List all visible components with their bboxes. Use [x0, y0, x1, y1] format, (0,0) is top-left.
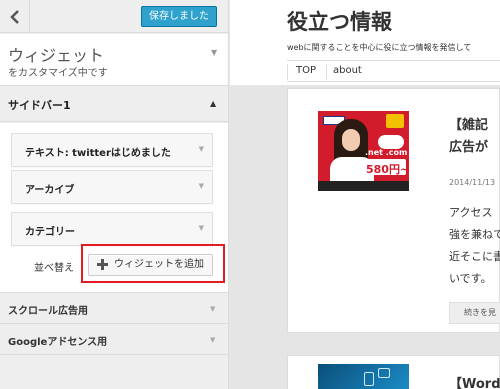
section-sidebar-1[interactable]: サイドバー1 ▲: [0, 88, 228, 122]
back-button[interactable]: [0, 0, 30, 33]
post-title[interactable]: 【Word: [449, 373, 500, 389]
post-excerpt: アクセス 強を兼ねて 近そこに書 いです。: [449, 202, 500, 290]
excerpt-line: 近そこに書: [449, 250, 500, 263]
campaign-strip: [318, 181, 409, 191]
chevron-down-icon: ▼: [210, 336, 216, 344]
save-button[interactable]: 保存しました: [141, 6, 217, 27]
nav-item-about[interactable]: about: [333, 65, 362, 76]
model-face: [342, 129, 360, 151]
site-title[interactable]: 役立つ情報: [287, 6, 392, 36]
section-label: Googleアドセンス用: [8, 337, 108, 348]
panel-subtitle: をカスタマイズ中です: [8, 68, 108, 79]
site-header: 役立つ情報 webに関することを中心に役に立つ情報を発信して TOP about: [230, 0, 500, 85]
add-widget-label: ウィジェットを追加: [114, 259, 204, 270]
reorder-link[interactable]: 並べ替え: [34, 259, 74, 274]
chevron-up-icon: ▲: [210, 99, 217, 108]
device-icon: [378, 368, 390, 378]
widget-category[interactable]: カテゴリー ▼: [11, 212, 213, 246]
add-widget-button[interactable]: ウィジェットを追加: [88, 254, 213, 276]
site-preview: 役立つ情報 webに関することを中心に役に立つ情報を発信して TOP about…: [230, 0, 500, 389]
widget-text-twitter[interactable]: テキスト: twitterはじめました ▼: [11, 133, 213, 167]
post-title[interactable]: 【雑記 広告が: [449, 115, 488, 159]
chevron-down-icon: ▼: [210, 305, 216, 313]
site-nav: TOP about: [287, 60, 500, 82]
excerpt-line: いです。: [449, 272, 492, 285]
post-thumbnail[interactable]: [318, 364, 409, 389]
excerpt-line: アクセス: [449, 206, 493, 219]
chevron-down-icon: ▼: [198, 145, 204, 153]
chevron-down-icon: ▼: [211, 48, 218, 57]
nav-divider: [287, 64, 288, 80]
widget-label: アーカイブ: [25, 185, 75, 196]
nav-item-top[interactable]: TOP: [296, 65, 316, 76]
post-date: 2014/11/13: [449, 178, 496, 187]
chevron-down-icon: ▼: [198, 182, 204, 190]
read-more-button[interactable]: 続きを見: [449, 302, 500, 324]
plus-icon: [97, 259, 108, 270]
section-scroll-ad[interactable]: スクロール広告用 ▼: [0, 294, 228, 324]
post-card: 【Word: [287, 355, 500, 389]
sidebar-widget-list: テキスト: twitterはじめました ▼ アーカイブ ▼ カテゴリー ▼ 並べ…: [0, 123, 228, 293]
widget-label: テキスト: twitterはじめました: [25, 148, 171, 159]
excerpt-line: 強を兼ねて: [449, 228, 500, 241]
chevron-left-icon: [9, 9, 19, 24]
site-description: webに関することを中心に役に立つ情報を発信して: [287, 43, 472, 52]
chevron-down-icon: ▼: [198, 224, 204, 232]
section-google-adsense[interactable]: Googleアドセンス用 ▼: [0, 325, 228, 355]
thumbnail-domain-text: .net .comドメイン: [365, 148, 409, 157]
panel-header[interactable]: ウィジェット をカスタマイズ中です ▼: [0, 34, 228, 86]
post-thumbnail[interactable]: .net .comドメイン 580円~: [318, 111, 409, 191]
widget-label: カテゴリー: [25, 227, 75, 238]
device-icon: [364, 372, 374, 386]
panel-title: ウィジェット: [8, 46, 105, 65]
widget-archive[interactable]: アーカイブ ▼: [11, 170, 213, 204]
section-label: サイドバー1: [8, 99, 71, 112]
post-title-line: 広告が: [449, 140, 489, 155]
anniversary-badge: [386, 114, 404, 128]
thumbnail-price: 580円~: [366, 163, 409, 176]
post-card: .net .comドメイン 580円~ 【雑記 広告が 2014/11/13 ア…: [287, 88, 500, 333]
customizer-panel: 保存しました ウィジェット をカスタマイズ中です ▼ サイドバー1 ▲ テキスト…: [0, 0, 229, 389]
section-label: スクロール広告用: [8, 306, 88, 317]
post-title-line: 【雑記: [449, 118, 489, 133]
customizer-topbar: 保存しました: [0, 0, 228, 33]
nav-divider: [326, 64, 327, 80]
